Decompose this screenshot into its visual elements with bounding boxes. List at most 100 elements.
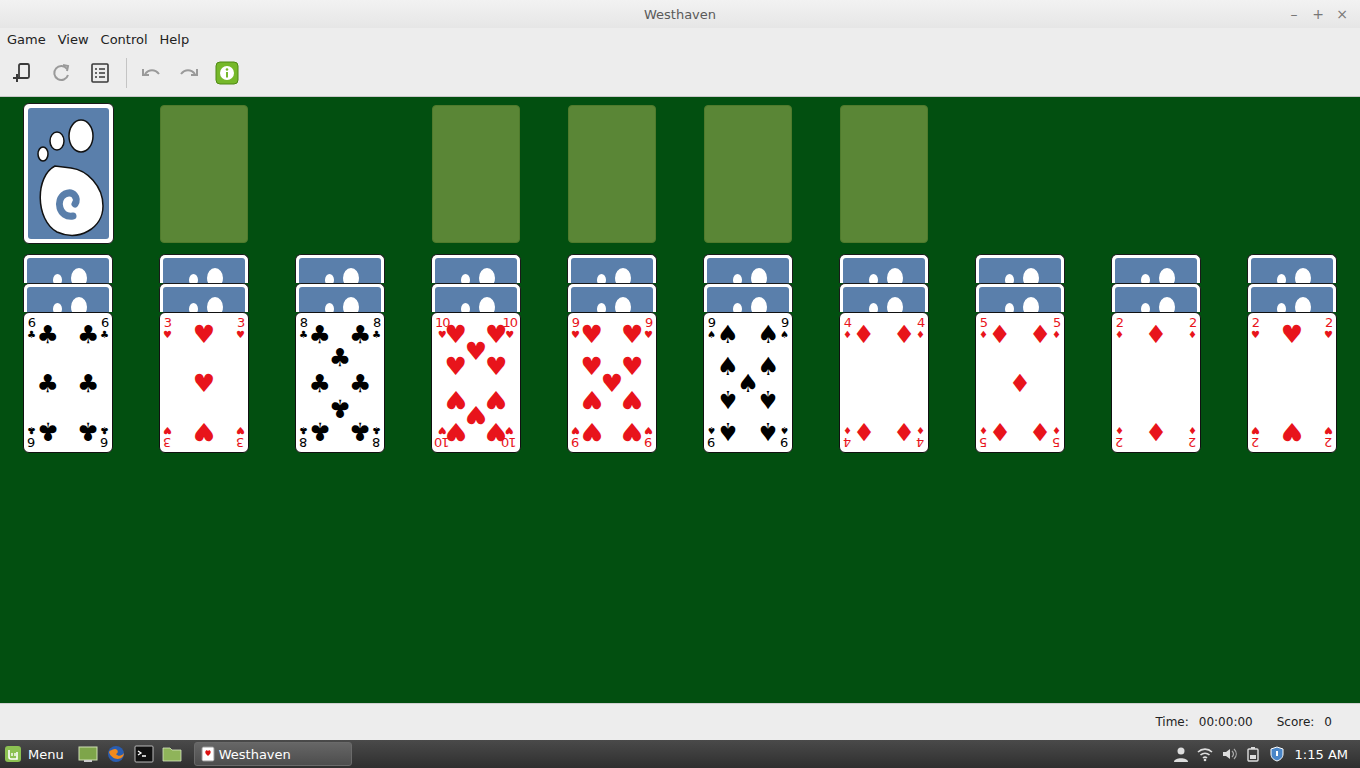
- face-down-card[interactable]: [295, 283, 385, 312]
- wifi-icon[interactable]: [1197, 746, 1213, 762]
- hint-button[interactable]: [215, 61, 239, 85]
- menu-item[interactable]: Control: [101, 31, 148, 48]
- playing-card[interactable]: 10♥10♥10♥10♥♥♥♥♥♥♥♥♥♥♥: [431, 312, 521, 453]
- face-down-card[interactable]: [1111, 283, 1201, 312]
- battery-icon[interactable]: [1245, 746, 1261, 762]
- playing-card[interactable]: 9♠9♠9♠9♠♠♠♠♠♠♠♠♠♠: [703, 312, 793, 453]
- foundation-slot[interactable]: [704, 105, 792, 243]
- stock-pile[interactable]: [23, 103, 114, 244]
- card-pip: ♥: [485, 387, 507, 412]
- playing-card[interactable]: 5♦5♦5♦5♦♦♦♦♦♦: [975, 312, 1065, 453]
- card-suit: ♥: [1251, 425, 1260, 435]
- playing-card[interactable]: 8♣8♣8♣8♣♣♣♣♣♣♣♣♣: [295, 312, 385, 453]
- playing-card[interactable]: 3♥3♥3♥3♥♥♥♥: [159, 312, 249, 453]
- stats-button[interactable]: [88, 61, 112, 85]
- folder-icon[interactable]: [162, 744, 182, 764]
- face-down-card[interactable]: [1111, 254, 1201, 283]
- foot-toe: [53, 274, 62, 283]
- card-suit: ♦: [843, 425, 852, 435]
- launchers: [72, 744, 188, 764]
- card-corner: 3♥: [236, 316, 245, 340]
- foundation-slot[interactable]: [568, 105, 656, 243]
- volume-icon[interactable]: [1221, 746, 1237, 762]
- face-down-card[interactable]: [159, 254, 249, 283]
- face-down-card[interactable]: [975, 254, 1065, 283]
- card-pip: ♥: [1281, 419, 1303, 444]
- playing-card[interactable]: 4♦4♦4♦4♦♦♦♦♦: [839, 312, 929, 453]
- card-rank: 2: [1189, 316, 1196, 329]
- card-back: [1251, 287, 1333, 312]
- shield-icon[interactable]: [1269, 746, 1285, 762]
- face-down-card[interactable]: [431, 283, 521, 312]
- face-down-card[interactable]: [1247, 254, 1337, 283]
- face-down-card[interactable]: [23, 254, 113, 283]
- menu-item[interactable]: View: [58, 31, 89, 48]
- foot-toe: [1277, 303, 1286, 312]
- foot-toe: [207, 268, 223, 283]
- firefox-icon[interactable]: [106, 744, 126, 764]
- playing-card[interactable]: 2♦2♦2♦2♦♦♦: [1111, 312, 1201, 453]
- foot-toe: [1005, 274, 1014, 283]
- card-rank: 9: [708, 316, 715, 329]
- minimize-button[interactable]: –: [1288, 6, 1300, 22]
- card-pip: ♦: [1145, 419, 1167, 444]
- terminal-icon[interactable]: [134, 744, 154, 764]
- foot-toe: [887, 268, 903, 283]
- face-down-stack: [975, 254, 1065, 312]
- close-button[interactable]: ×: [1336, 6, 1348, 22]
- tableau-column: 3♥3♥3♥3♥♥♥♥: [159, 254, 249, 453]
- foundation-slot[interactable]: [160, 105, 248, 243]
- foot-toe: [479, 297, 495, 312]
- foot-toe: [71, 297, 87, 312]
- new-button[interactable]: [12, 61, 36, 85]
- menu-item[interactable]: Game: [7, 31, 46, 48]
- playing-card[interactable]: 2♥2♥2♥2♥♥♥: [1247, 312, 1337, 453]
- card-corner: 5♦: [1052, 425, 1061, 449]
- card-back: [843, 287, 925, 312]
- card-back: [571, 287, 653, 312]
- start-menu-button[interactable]: Menu: [4, 745, 72, 763]
- card-corner: 5♦: [979, 316, 988, 340]
- card-corner: 4♦: [916, 425, 925, 449]
- maximize-button[interactable]: +: [1312, 6, 1324, 22]
- face-down-card[interactable]: [839, 283, 929, 312]
- face-down-card[interactable]: [703, 283, 793, 312]
- card-suit: ♦: [1052, 330, 1061, 340]
- foot-toe: [1159, 268, 1175, 283]
- face-down-card[interactable]: [431, 254, 521, 283]
- score-display: Score:0: [1277, 715, 1332, 729]
- card-back: [435, 287, 517, 312]
- face-down-card[interactable]: [23, 283, 113, 312]
- card-pip: ♥: [465, 402, 487, 427]
- cards-app-icon: [201, 746, 215, 762]
- face-down-card[interactable]: [567, 254, 657, 283]
- system-tray: [1173, 746, 1295, 762]
- face-down-card[interactable]: [567, 283, 657, 312]
- card-corner: 6♣: [100, 425, 109, 449]
- user-icon[interactable]: [1173, 746, 1189, 762]
- playing-card[interactable]: 9♥9♥9♥9♥♥♥♥♥♥♥♥♥♥: [567, 312, 657, 453]
- clock[interactable]: 1:15 AM: [1295, 747, 1360, 762]
- show-desktop-icon[interactable]: [78, 744, 98, 764]
- task-button[interactable]: Westhaven: [194, 742, 352, 766]
- menu-item[interactable]: Help: [160, 31, 190, 48]
- card-suit: ♥: [1324, 330, 1333, 340]
- face-down-card[interactable]: [295, 254, 385, 283]
- foundation-slot[interactable]: [840, 105, 928, 243]
- card-suit: ♠: [780, 330, 789, 340]
- card-pip: ♥: [193, 321, 215, 346]
- face-down-card[interactable]: [1247, 283, 1337, 312]
- card-rank: 6: [101, 316, 108, 329]
- face-down-card[interactable]: [159, 283, 249, 312]
- card-suit: ♦: [916, 425, 925, 435]
- card-corner: 3♥: [163, 425, 172, 449]
- playing-card[interactable]: 6♣6♣6♣6♣♣♣♣♣♣♣: [23, 312, 113, 453]
- face-down-card[interactable]: [975, 283, 1065, 312]
- card-rank: 9: [645, 436, 652, 449]
- card-corner: 5♦: [979, 425, 988, 449]
- foot-toe: [1295, 297, 1311, 312]
- foundation-slot[interactable]: [432, 105, 520, 243]
- face-down-card[interactable]: [839, 254, 929, 283]
- face-down-card[interactable]: [703, 254, 793, 283]
- gnome-foot-icon: [29, 108, 109, 240]
